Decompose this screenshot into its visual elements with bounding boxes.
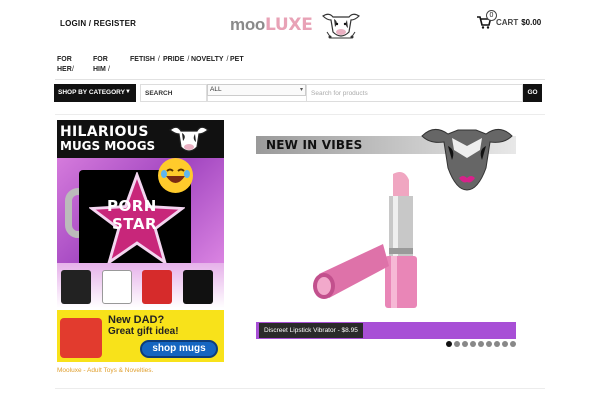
mug-thumbnail bbox=[102, 270, 132, 304]
divider bbox=[55, 114, 545, 115]
nav-label-novelty: NOVELTY bbox=[191, 56, 224, 63]
nav-item-pet[interactable]: PET bbox=[230, 55, 244, 65]
divider bbox=[55, 388, 545, 389]
banner-title-line1: HILARIOUS bbox=[60, 124, 149, 140]
shop-by-category-button[interactable]: SHOP BY CATEGORY ▼ bbox=[54, 84, 136, 102]
slider-dot[interactable] bbox=[462, 341, 468, 347]
mugs-promo-banner[interactable]: HILARIOUS MUGS MOOGS PORN STAR New DAD? … bbox=[57, 120, 224, 367]
site-logo[interactable]: mooLUXE bbox=[230, 10, 365, 40]
lipstick-vibrator-image bbox=[313, 172, 417, 308]
slider-dot[interactable] bbox=[494, 341, 500, 347]
dropdown-arrow-icon: ▾ bbox=[299, 87, 303, 93]
nav-item-fetish[interactable]: FETISH / bbox=[130, 55, 163, 65]
mug-thumbnail bbox=[142, 270, 172, 304]
dad-promo-line2: Great gift idea! bbox=[108, 326, 179, 337]
category-scope-select[interactable]: ALL ▾ bbox=[207, 84, 306, 96]
category-scope-value: ALL bbox=[210, 86, 222, 93]
nav-label-pet: PET bbox=[230, 56, 244, 63]
nav-label-fetish: FETISH bbox=[130, 56, 155, 63]
nav-separator: / bbox=[108, 66, 110, 73]
dad-promo-line1: New DAD? bbox=[108, 314, 165, 326]
nav-separator: / bbox=[226, 56, 229, 63]
logo-part-moo: moo bbox=[230, 15, 265, 34]
nav-separator: / bbox=[157, 56, 160, 63]
mug-thumbnail bbox=[183, 270, 213, 304]
slider-dot[interactable] bbox=[502, 341, 508, 347]
nav-item-pride[interactable]: PRIDE / bbox=[163, 55, 192, 65]
product-search-input[interactable]: Search for products bbox=[306, 84, 523, 102]
laughing-emoji-icon bbox=[158, 158, 193, 193]
product-slider[interactable]: NEW IN VIBES Discreet Lipstick Vibrator … bbox=[256, 126, 516, 339]
logo-part-luxe: LUXE bbox=[264, 15, 313, 35]
nav-item-novelty[interactable]: NOVELTY / bbox=[191, 55, 232, 65]
select-frame bbox=[207, 96, 306, 102]
shop-by-category-label: SHOP BY CATEGORY bbox=[58, 89, 125, 96]
slide-heading: NEW IN VIBES bbox=[266, 138, 363, 152]
divider bbox=[55, 79, 545, 80]
slider-dot[interactable] bbox=[470, 341, 476, 347]
slide-caption[interactable]: Discreet Lipstick Vibrator - $8.95 bbox=[259, 323, 363, 338]
nav-separator: / bbox=[187, 56, 190, 63]
slider-dot[interactable] bbox=[478, 341, 484, 347]
footer-tagline[interactable]: Mooluxe - Adult Toys & Novelties. bbox=[57, 367, 153, 374]
mug-text-line2: STAR bbox=[112, 215, 158, 233]
banner-title-line2: MUGS MOOGS bbox=[60, 139, 156, 153]
mug-text-line1: PORN bbox=[107, 197, 157, 215]
logo-wordmark: mooLUXE bbox=[230, 15, 313, 35]
slider-dot[interactable] bbox=[446, 341, 452, 347]
cow-mascot-icon bbox=[169, 126, 209, 152]
login-register-link[interactable]: LOGIN / REGISTER bbox=[60, 19, 136, 28]
slider-pagination bbox=[446, 341, 516, 347]
search-go-button[interactable]: GO bbox=[523, 84, 542, 102]
shop-mugs-button[interactable]: shop mugs bbox=[140, 340, 218, 358]
mug-thumbnail bbox=[61, 270, 91, 304]
cart-link[interactable]: 0 CART $0.00 bbox=[477, 10, 542, 32]
cart-count-badge: 0 bbox=[486, 10, 497, 21]
chevron-down-icon: ▼ bbox=[125, 89, 131, 95]
nav-label-pride: PRIDE bbox=[163, 56, 185, 63]
cow-logo-icon bbox=[322, 13, 360, 39]
slider-dot[interactable] bbox=[454, 341, 460, 347]
slider-dot[interactable] bbox=[486, 341, 492, 347]
dad-mug-image bbox=[60, 318, 102, 358]
cart-total: $0.00 bbox=[521, 17, 542, 27]
nav-separator: / bbox=[72, 66, 74, 73]
search-label-box: SEARCH bbox=[140, 84, 207, 102]
cart-label: CART bbox=[496, 17, 519, 27]
slider-dot[interactable] bbox=[510, 341, 516, 347]
